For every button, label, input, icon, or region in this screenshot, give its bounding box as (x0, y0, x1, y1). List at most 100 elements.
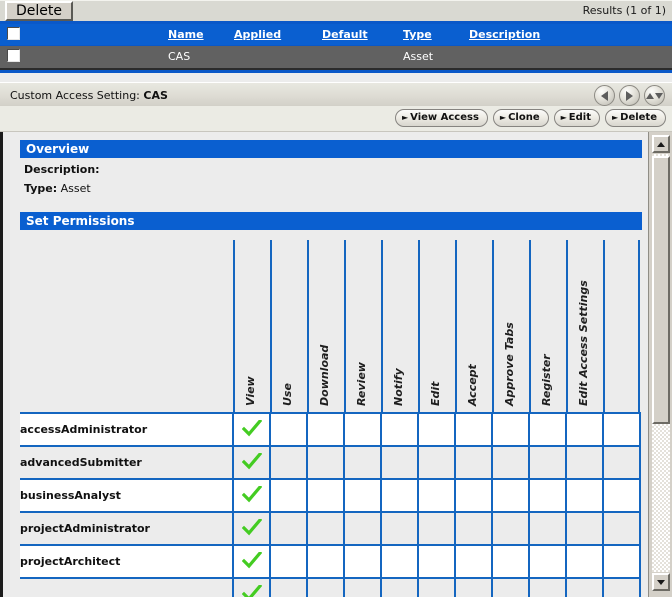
permissions-table-row: advancedSubmitter (20, 445, 641, 479)
previous-record-button[interactable] (594, 85, 615, 106)
column-header-description[interactable]: Description (469, 28, 540, 41)
role-name-cell: businessAnalyst (20, 478, 233, 512)
permission-column-use: Use (270, 240, 307, 412)
checkmark-icon (241, 419, 262, 437)
permission-empty-cell (454, 544, 492, 578)
clone-label: Clone (508, 112, 540, 123)
select-all-checkbox-cell[interactable] (7, 27, 20, 40)
permission-empty-cell (380, 445, 418, 479)
permission-column-label: Edit (429, 381, 442, 406)
permission-empty-cell (417, 511, 455, 545)
delete-record-label: Delete (620, 112, 657, 123)
permission-empty-cell (528, 445, 566, 479)
permission-empty-cell (417, 577, 455, 597)
permission-empty-cell (454, 445, 492, 479)
permission-empty-cell (565, 544, 603, 578)
permissions-table-row (20, 577, 641, 597)
scrollbar-thumb[interactable] (652, 156, 670, 424)
delete-button[interactable]: Delete (5, 1, 73, 21)
scroll-up-button[interactable] (652, 135, 670, 153)
permission-empty-cell (306, 577, 344, 597)
triangle-right-icon (626, 90, 633, 101)
permission-granted-cell (232, 577, 270, 597)
permission-column-download: Download (307, 240, 344, 412)
permission-column-edit: Edit (418, 240, 455, 412)
permission-empty-cell (306, 412, 344, 446)
permission-empty-cell (343, 478, 381, 512)
permission-column-notify: Notify (381, 240, 418, 412)
permission-empty-cell (528, 577, 566, 597)
permission-empty-cell (602, 445, 641, 479)
permission-empty-cell (269, 445, 307, 479)
permission-empty-cell (528, 478, 566, 512)
type-label: Type: (24, 182, 58, 195)
view-access-button[interactable]: ► View Access (394, 109, 488, 127)
permission-empty-cell (269, 511, 307, 545)
permission-empty-cell (491, 478, 529, 512)
checkmark-icon (241, 518, 262, 536)
type-field: Type: Asset (24, 182, 91, 195)
permissions-table-row: projectArchitect (20, 544, 641, 578)
row-select-checkbox-cell[interactable] (7, 49, 20, 62)
scroll-down-button[interactable] (652, 573, 670, 591)
permissions-table: accessAdministrator advancedSubmitter busi… (20, 412, 641, 597)
permission-empty-cell (454, 478, 492, 512)
vertical-scrollbar[interactable] (648, 132, 672, 597)
permission-empty-cell (269, 577, 307, 597)
triangle-right-icon: ► (401, 113, 409, 122)
permissions-matrix: View Use Download Review Notify Edit Accept App… (20, 240, 641, 597)
permission-empty-cell (602, 478, 641, 512)
permission-empty-cell (602, 412, 641, 446)
overview-section-heading: Overview (20, 140, 642, 158)
permission-column-approve-tabs: Approve Tabs (492, 240, 529, 412)
role-name-cell: advancedSubmitter (20, 445, 233, 479)
permission-empty-cell (528, 544, 566, 578)
permission-empty-cell (343, 412, 381, 446)
column-header-type[interactable]: Type (403, 28, 432, 41)
row-select-checkbox[interactable] (7, 49, 20, 62)
permission-empty-cell (380, 544, 418, 578)
column-header-default[interactable]: Default (322, 28, 368, 41)
detail-title-value: CAS (143, 89, 168, 102)
permission-empty-cell (602, 544, 641, 578)
checkmark-icon (241, 551, 262, 569)
permission-empty-cell (306, 478, 344, 512)
column-header-applied[interactable]: Applied (234, 28, 281, 41)
permissions-table-row: businessAnalyst (20, 478, 641, 512)
permission-empty-cell (306, 544, 344, 578)
permission-granted-cell (232, 544, 270, 578)
column-header-name[interactable]: Name (168, 28, 204, 41)
role-name-cell: projectAdministrator (20, 511, 233, 545)
record-nav-buttons (594, 85, 665, 106)
permission-column-label: Accept (466, 364, 479, 406)
checkmark-icon (241, 485, 262, 503)
permission-column-label: Review (355, 362, 368, 406)
permission-empty-cell (491, 412, 529, 446)
edit-button[interactable]: ► Edit (553, 109, 600, 127)
permission-empty-cell (380, 511, 418, 545)
permission-column-label: Notify (392, 368, 405, 406)
action-buttons: ► View Access ► Clone ► Edit ► Delete (394, 109, 666, 127)
triangle-right-icon: ► (499, 113, 507, 122)
permission-column-accept: Accept (455, 240, 492, 412)
delete-record-button[interactable]: ► Delete (604, 109, 666, 127)
permission-empty-cell (565, 511, 603, 545)
permission-empty-cell (343, 445, 381, 479)
triangle-right-icon: ► (560, 113, 567, 122)
triangle-down-icon (657, 579, 665, 585)
action-button-bar: ► View Access ► Clone ► Edit ► Delete (0, 106, 672, 132)
next-record-button[interactable] (619, 85, 640, 106)
detail-header-bar: Custom Access Setting: CAS (0, 82, 672, 106)
permission-empty-cell (417, 412, 455, 446)
permission-empty-cell (602, 577, 641, 597)
select-all-checkbox[interactable] (7, 27, 20, 40)
clone-button[interactable]: ► Clone (492, 109, 549, 127)
triangle-left-icon (601, 90, 608, 101)
permission-column-edit-access-settings: Edit Access Settings (566, 240, 603, 412)
top-toolbar: Delete Results (1 of 1) (0, 0, 672, 24)
table-row[interactable]: CAS Asset (0, 46, 672, 70)
expand-collapse-button[interactable] (644, 85, 665, 106)
detail-panel: Overview Description: Type: Asset Set Pe… (0, 132, 672, 597)
results-grid: Name Applied Default Type Description CA… (0, 24, 672, 70)
permission-empty-cell (454, 511, 492, 545)
